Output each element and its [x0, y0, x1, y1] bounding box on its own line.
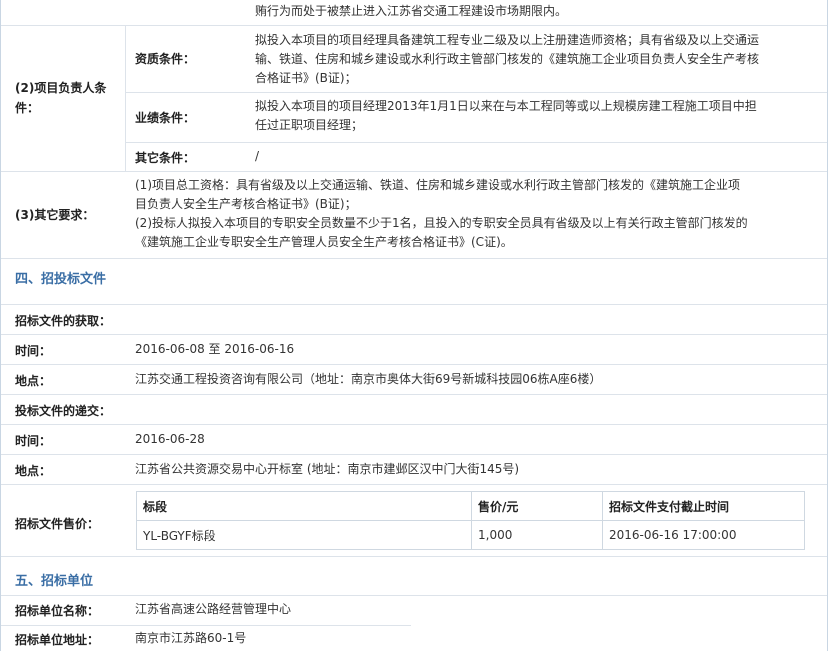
table-cell: YL-BGYF标段: [136, 520, 472, 550]
obtain-place-value: 江苏交通工程投资咨询有限公司（地址：南京市奥体大街69号新城科技园06栋A座6楼…: [135, 372, 602, 386]
obtain-time-value: 2016-06-08 至 2016-06-16: [135, 342, 295, 356]
price-table: 标段 售价/元 招标文件支付截止时间 YL-BGYF标段 1,000 2016-…: [136, 491, 805, 550]
table-row: YL-BGYF标段 1,000 2016-06-16 17:00:00: [136, 520, 805, 550]
tender-notice-page: 贿行为而处于被禁止进入江苏省交通工程建设市场期限内。 (2)项目负责人条件： 资…: [0, 0, 828, 651]
performance-line: 任过正职项目经理；: [255, 118, 364, 132]
submit-time-label: 时间：: [15, 434, 52, 448]
tenderer-address-label: 招标单位地址：: [15, 633, 100, 647]
section-title-tenderer: 五、招标单位: [15, 574, 94, 589]
table-header-row: 标段 售价/元 招标文件支付截止时间: [136, 491, 805, 521]
obtain-time-label: 时间：: [15, 344, 52, 358]
table-cell: 2016-06-16 17:00:00: [602, 520, 805, 550]
obtain-place-label: 地点：: [15, 374, 52, 388]
tenderer-address-value: 南京市江苏路60-1号: [135, 631, 247, 645]
top-note: 贿行为而处于被禁止进入江苏省交通工程建设市场期限内。: [255, 4, 568, 18]
price-label: 招标文件售价：: [15, 517, 100, 531]
column-header: 售价/元: [471, 491, 603, 521]
table-cell: 1,000: [471, 520, 603, 550]
requirement-line: (2)投标人拟投入本项目的专职安全员数量不少于1名，且投入的专职安全员具有省级及…: [135, 216, 748, 230]
qualification-line: 拟投入本项目的项目经理具备建筑工程专业二级及以上注册建造师资格；具有省级及以上交…: [255, 33, 760, 47]
tenderer-name-value: 江苏省高速公路经营管理中心: [135, 602, 292, 616]
column-header: 招标文件支付截止时间: [602, 491, 805, 521]
divider: [1, 258, 827, 259]
obtain-label: 招标文件的获取：: [15, 314, 112, 328]
divider: [1, 424, 827, 425]
qualification-line: 合格证书》(B证)；: [255, 71, 357, 85]
other-requirements-value: (1)项目总工资格：具有省级及以上交通运输、铁道、住房和城乡建设或水利行政主管部…: [135, 176, 807, 252]
performance-value: 拟投入本项目的项目经理2013年1月1日以来在与本工程同等或以上规模房建工程施工…: [255, 97, 807, 135]
divider: [126, 92, 827, 93]
divider: [1, 304, 827, 305]
submit-place-value: 江苏省公共资源交易中心开标室 (地址：南京市建邺区汉中门大街145号): [135, 462, 520, 476]
divider: [1, 394, 827, 395]
performance-line: 拟投入本项目的项目经理2013年1月1日以来在与本工程同等或以上规模房建工程施工…: [255, 99, 757, 113]
divider: [1, 484, 827, 485]
submit-place-label: 地点：: [15, 464, 52, 478]
requirement-line: 目负责人安全生产考核合格证书》(B证)；: [135, 197, 357, 211]
divider: [1, 171, 827, 172]
column-header: 标段: [136, 491, 472, 521]
divider: [1, 595, 827, 596]
divider: [1, 625, 411, 626]
other-conditions-label: 其它条件：: [135, 151, 196, 165]
tenderer-name-label: 招标单位名称：: [15, 604, 100, 618]
divider: [126, 142, 827, 143]
divider: [1, 364, 827, 365]
qualification-value: 拟投入本项目的项目经理具备建筑工程专业二级及以上注册建造师资格；具有省级及以上交…: [255, 31, 807, 88]
section-title-documents: 四、招投标文件: [15, 272, 107, 287]
submit-label: 投标文件的递交：: [15, 404, 112, 418]
other-requirements-label: (3)其它要求：: [15, 208, 95, 222]
divider: [1, 454, 827, 455]
divider: [125, 25, 126, 171]
qualification-line: 输、铁道、住房和城乡建设或水利行政主管部门核发的《建筑施工企业项目负责人安全生产…: [255, 52, 760, 66]
divider: [1, 334, 827, 335]
submit-time-value: 2016-06-28: [135, 432, 205, 446]
requirement-line: 《建筑施工企业专职安全生产管理人员安全生产考核合格证书》(C证)。: [135, 235, 513, 249]
performance-label: 业绩条件：: [135, 111, 196, 125]
requirement-line: (1)项目总工资格：具有省级及以上交通运输、铁道、住房和城乡建设或水利行政主管部…: [135, 178, 741, 192]
qualification-label: 资质条件：: [135, 52, 196, 66]
divider: [1, 556, 827, 557]
other-conditions-value: /: [255, 149, 260, 163]
leader-conditions-label: (2)项目负责人条件：: [15, 81, 107, 115]
